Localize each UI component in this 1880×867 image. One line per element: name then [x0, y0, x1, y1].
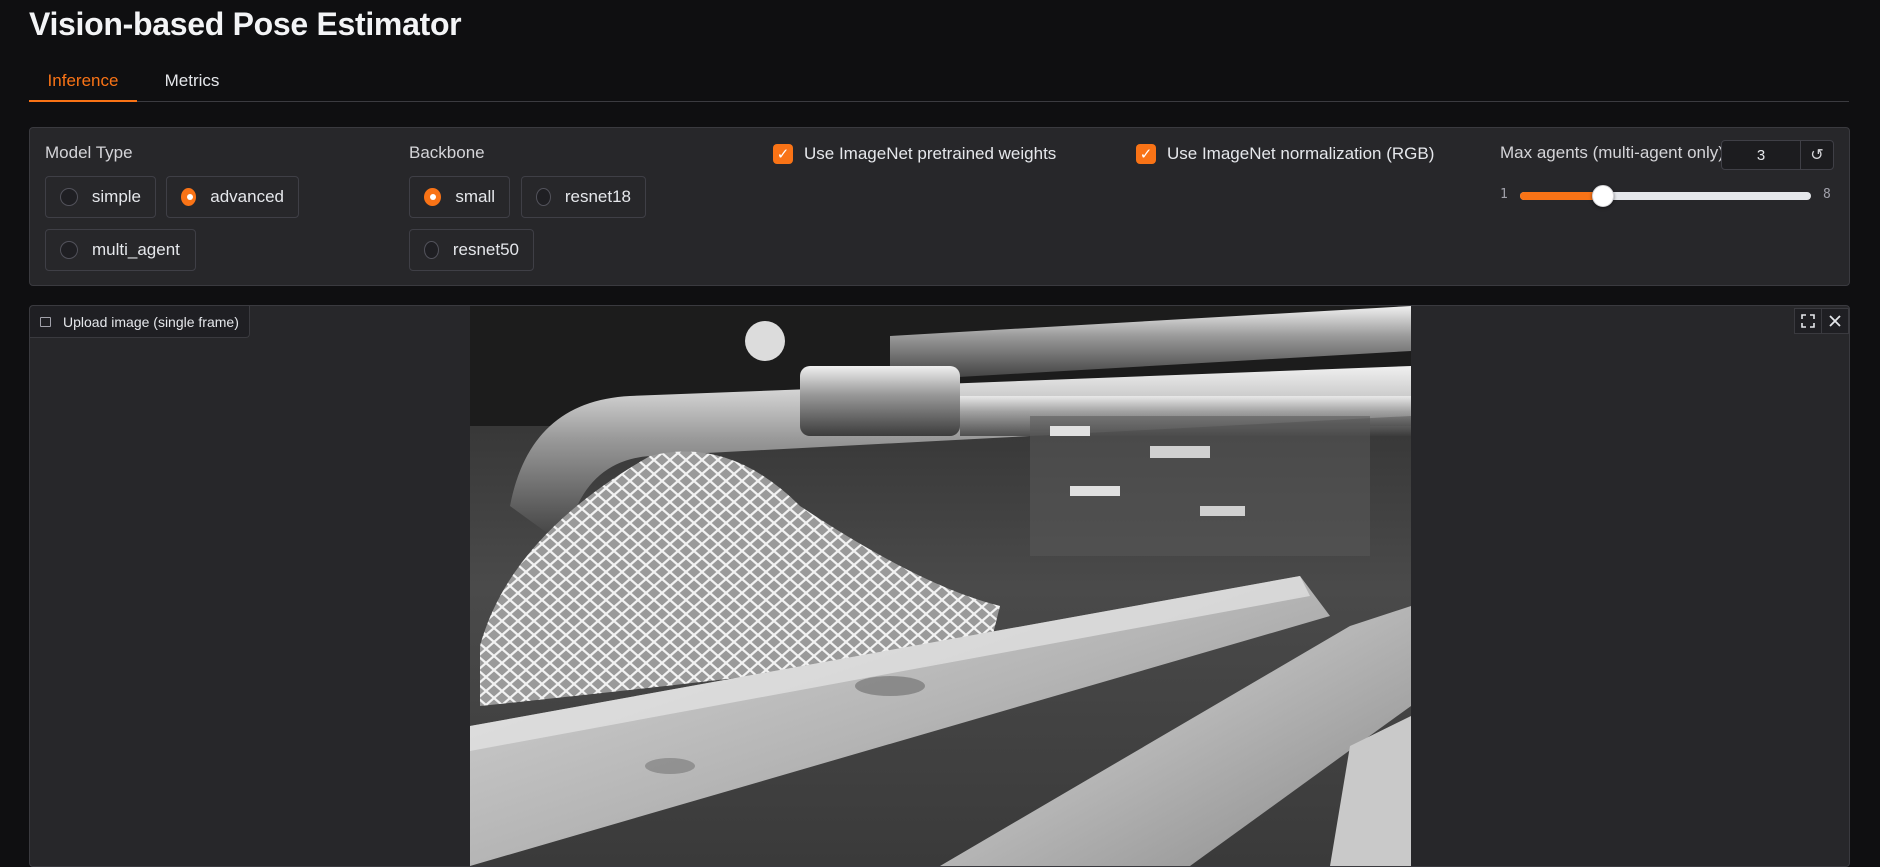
radio-label: advanced: [210, 187, 284, 206]
radio-icon: [60, 241, 78, 259]
reset-icon: ↺: [1810, 147, 1824, 164]
backbone-option-small[interactable]: small: [409, 176, 510, 218]
close-button[interactable]: [1821, 308, 1849, 334]
radio-selected-icon: [181, 188, 197, 206]
checkbox-label: Use ImageNet normalization (RGB): [1167, 144, 1435, 163]
pretrained-weights-checkbox[interactable]: ✓ Use ImageNet pretrained weights: [773, 144, 1056, 164]
max-agents-slider[interactable]: [1520, 185, 1811, 207]
radio-label: simple: [91, 187, 141, 206]
checkmark-icon: ✓: [1136, 144, 1156, 164]
radio-label: resnet18: [564, 187, 631, 206]
radio-label: resnet50: [452, 240, 519, 259]
radio-icon: [60, 188, 78, 206]
slider-fill: [1520, 192, 1603, 200]
model-type-option-simple[interactable]: simple: [45, 176, 156, 218]
fullscreen-icon: [1801, 314, 1815, 328]
reset-button[interactable]: ↺: [1800, 140, 1834, 170]
uploaded-image-graphic: [470, 306, 1411, 866]
radio-label: multi_agent: [92, 240, 180, 259]
radio-label: small: [455, 187, 495, 206]
model-type-option-advanced[interactable]: advanced: [166, 176, 299, 218]
slider-min-label: 1: [1500, 187, 1508, 202]
radio-selected-icon: [424, 188, 442, 206]
tab-metrics[interactable]: Metrics: [151, 60, 233, 101]
image-upload-panel[interactable]: Upload image (single frame): [29, 305, 1850, 867]
slider-thumb[interactable]: [1592, 185, 1614, 207]
page-title: Vision-based Pose Estimator: [29, 6, 462, 42]
tab-inference[interactable]: Inference: [29, 60, 137, 102]
radio-icon: [424, 241, 439, 259]
max-agents-label: Max agents (multi-agent only): [1500, 143, 1724, 162]
backbone-option-resnet50[interactable]: resnet50: [409, 229, 534, 271]
upload-label: Upload image (single frame): [30, 306, 250, 338]
radio-icon: [536, 188, 551, 206]
uploaded-image: [470, 306, 1411, 866]
upload-label-text: Upload image (single frame): [63, 313, 239, 330]
fullscreen-button[interactable]: [1794, 308, 1822, 334]
model-type-option-multi-agent[interactable]: multi_agent: [45, 229, 196, 271]
checkmark-icon: ✓: [773, 144, 793, 164]
model-type-label: Model Type: [45, 143, 133, 162]
backbone-label: Backbone: [409, 143, 485, 162]
max-agents-input[interactable]: [1721, 140, 1801, 170]
slider-max-label: 8: [1823, 187, 1831, 202]
close-icon: [1829, 315, 1841, 327]
checkbox-label: Use ImageNet pretrained weights: [804, 144, 1057, 163]
tab-bar: Inference Metrics: [29, 60, 1849, 102]
normalization-checkbox[interactable]: ✓ Use ImageNet normalization (RGB): [1136, 144, 1434, 164]
image-icon: [40, 316, 51, 327]
backbone-option-resnet18[interactable]: resnet18: [521, 176, 646, 218]
